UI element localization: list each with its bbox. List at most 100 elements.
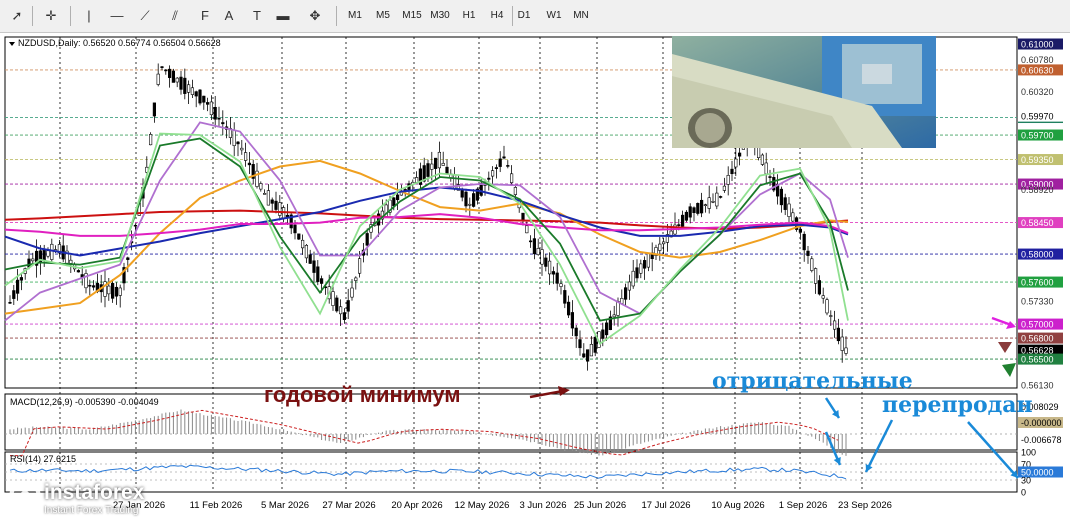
equidistant-channel-icon[interactable]: ⫽ xyxy=(164,5,186,27)
candle-body xyxy=(236,141,240,145)
candle-body xyxy=(506,165,510,167)
price-level-label: 0.56500 xyxy=(1021,355,1054,365)
candle-body xyxy=(692,207,696,214)
candle-body xyxy=(658,243,662,251)
arrows-shapes-icon[interactable]: ✥ xyxy=(304,5,326,27)
timeframe-m1-button[interactable]: M1 xyxy=(344,5,366,27)
candle-body xyxy=(718,196,723,198)
toolbar: ➚ ✛ | — ⟋ ⫽ F A T ▬ ✥ M1 M5 M15 M30 H1 H4 D1 W1 MN xyxy=(0,0,1070,33)
price-level-label: 0.58450 xyxy=(1021,218,1054,228)
candle-body xyxy=(42,249,46,261)
candle-body xyxy=(612,314,616,318)
toolbar-separator xyxy=(512,6,513,26)
candle-body xyxy=(183,77,187,94)
candle-body xyxy=(312,260,316,273)
rectangle-label-icon[interactable]: ▬ xyxy=(272,5,294,27)
toolbar-separator xyxy=(70,6,71,26)
candle-body xyxy=(160,66,164,68)
rsi-axis-label: 30 xyxy=(1021,476,1031,486)
candle-body xyxy=(441,162,445,166)
timeframe-d1-button[interactable]: D1 xyxy=(514,5,534,27)
timeframe-m30-button[interactable]: M30 xyxy=(428,5,452,27)
candle-body xyxy=(563,290,567,304)
timeframe-m5-button[interactable]: M5 xyxy=(372,5,394,27)
text-label-icon[interactable]: T xyxy=(246,5,268,27)
x-tick-label: 17 Jul 2026 xyxy=(641,500,690,511)
x-tick-label: 23 Sep 2026 xyxy=(838,500,892,511)
candle-body xyxy=(513,187,517,195)
candle-body xyxy=(357,258,362,274)
candle-body xyxy=(760,154,764,165)
timeframe-m15-button[interactable]: M15 xyxy=(400,5,424,27)
main-chart-title: NZDUSD,Daily: 0.56520 0.56774 0.56504 0.… xyxy=(18,38,221,48)
price-axis-label: 0.60780 xyxy=(1021,55,1054,65)
candle-body xyxy=(187,84,191,93)
candle-body xyxy=(502,156,506,159)
candle-body xyxy=(593,336,597,353)
annotation-yearly-low: годовой минимум xyxy=(264,382,461,407)
candle-body xyxy=(813,268,818,284)
candle-body xyxy=(844,347,848,354)
cursor-icon[interactable]: ➚ xyxy=(6,5,28,27)
x-tick-label: 25 Jun 2026 xyxy=(574,500,626,511)
arrow-oversold-rsi-icon xyxy=(864,419,894,473)
candle-body xyxy=(802,233,806,251)
crosshair-icon[interactable]: ✛ xyxy=(40,5,62,27)
x-tick-label: 27 Mar 2026 xyxy=(322,500,375,511)
timeframe-h1-button[interactable]: H1 xyxy=(458,5,480,27)
candle-body xyxy=(791,212,795,222)
candle-body xyxy=(209,101,214,116)
candle-body xyxy=(631,270,635,287)
candle-body xyxy=(76,270,80,273)
candle-body xyxy=(570,312,574,329)
candle-body xyxy=(198,89,202,104)
text-icon[interactable]: A xyxy=(218,5,240,27)
candle-body xyxy=(335,297,339,312)
candle-body xyxy=(779,188,783,206)
timeframe-w1-button[interactable]: W1 xyxy=(542,5,566,27)
horizontal-line-icon[interactable]: — xyxy=(106,5,128,27)
candle-body xyxy=(266,190,271,206)
candle-body xyxy=(114,286,118,297)
candle-body xyxy=(8,301,12,304)
candle-body xyxy=(274,200,278,210)
candle-body xyxy=(680,214,685,227)
candle-body xyxy=(464,191,468,207)
candle-body xyxy=(31,258,35,262)
candle-body xyxy=(221,122,225,125)
candle-body xyxy=(806,250,810,256)
timeframe-mn-button[interactable]: MN xyxy=(570,5,592,27)
candle-body xyxy=(244,152,248,161)
candle-body xyxy=(661,241,666,245)
candle-body xyxy=(217,117,221,120)
candle-body xyxy=(342,312,347,320)
candle-body xyxy=(175,77,179,83)
candle-body xyxy=(133,224,138,227)
candle-body xyxy=(764,162,768,175)
price-level-label: 0.59350 xyxy=(1021,155,1054,165)
price-level-label: 0.60630 xyxy=(1021,65,1054,75)
candle-body xyxy=(346,300,350,312)
trendline-icon[interactable]: ⟋ xyxy=(134,5,156,27)
vertical-line-icon[interactable]: | xyxy=(78,5,100,27)
candle-body xyxy=(737,152,742,157)
macd-title: MACD(12,26,9) -0.005390 -0.004049 xyxy=(10,397,159,407)
macd-axis-label: -0.006678 xyxy=(1021,435,1062,445)
price-level-label: 0.57000 xyxy=(1021,320,1054,330)
candle-body xyxy=(111,283,115,299)
candle-body xyxy=(152,102,157,117)
candle-body xyxy=(232,129,236,147)
timeframe-h4-button[interactable]: H4 xyxy=(486,5,508,27)
fibonacci-icon[interactable]: F xyxy=(194,5,216,27)
candle-body xyxy=(715,192,719,207)
annotation-oversold: перепродан xyxy=(882,392,1033,418)
rsi-axis-label: 100 xyxy=(1021,448,1036,458)
candle-body xyxy=(677,224,681,226)
candle-body xyxy=(829,315,833,317)
candle-body xyxy=(536,248,540,256)
candle-body xyxy=(566,301,571,316)
candle-body xyxy=(787,203,791,217)
candle-body xyxy=(164,69,168,72)
rsi-axis-label: 0 xyxy=(1021,488,1026,498)
candle-body xyxy=(168,68,172,78)
